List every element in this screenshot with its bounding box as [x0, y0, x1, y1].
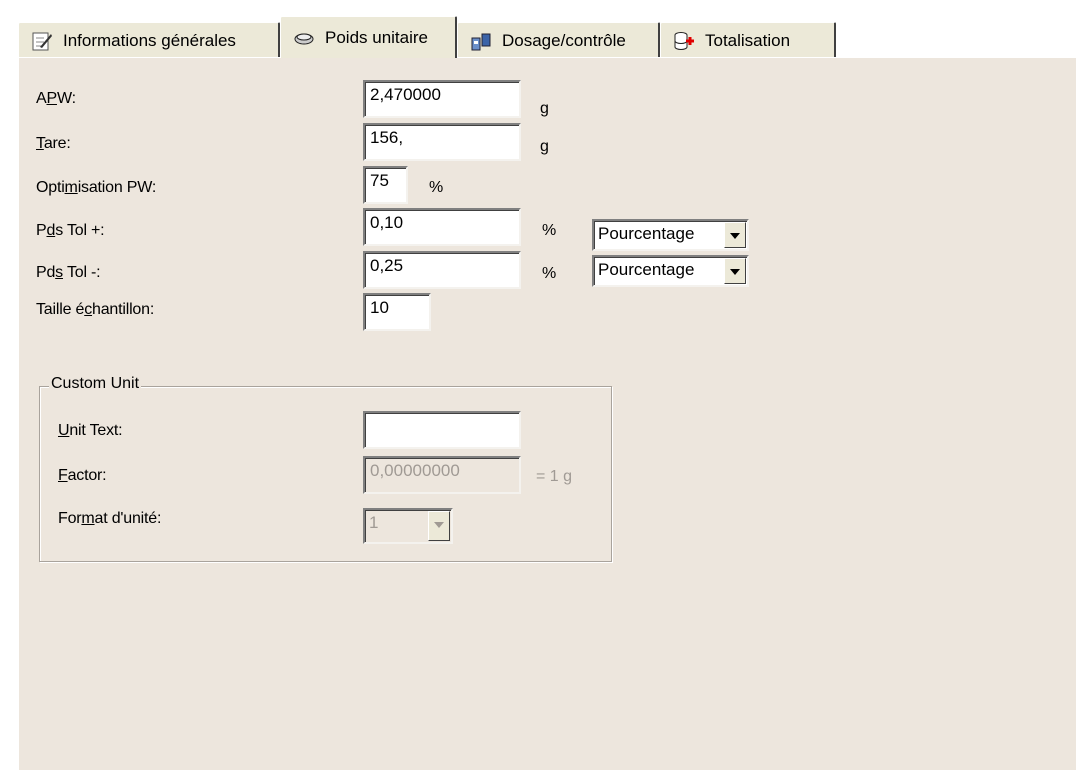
tare-unit: g	[540, 138, 549, 155]
optimisation-input[interactable]: 75	[363, 166, 408, 204]
tab-label: Totalisation	[705, 30, 791, 50]
apw-unit: g	[540, 100, 549, 117]
factor-label: Factor:	[58, 467, 107, 484]
tol-minus-unit: %	[542, 265, 557, 282]
chevron-down-icon[interactable]	[724, 222, 746, 248]
unit-format-label: Format d'unité:	[58, 510, 162, 527]
tol-minus-input[interactable]: 0,25	[363, 251, 521, 289]
tol-plus-mode-select[interactable]: Pourcentage	[592, 219, 749, 251]
custom-unit-group	[39, 386, 612, 562]
unit-text-label: Unit Text:	[58, 422, 123, 439]
factor-suffix: = 1 g	[536, 468, 573, 485]
tab-dosage-controle[interactable]: Dosage/contrôle	[457, 22, 660, 58]
custom-unit-title: Custom Unit	[49, 375, 142, 393]
tab-label: Poids unitaire	[325, 27, 429, 47]
note-pencil-icon	[31, 30, 53, 52]
unit-format-select[interactable]: 1	[363, 508, 453, 544]
sample-size-label: Taille échantillon:	[36, 301, 155, 318]
unit-format-value: 1	[369, 513, 379, 532]
tare-input[interactable]: 156,	[363, 123, 521, 161]
poids-unitaire-panel: APW: 2,470000 g Tare: 156, g Optimisatio…	[18, 57, 1076, 770]
optimisation-unit: %	[429, 179, 444, 196]
database-add-icon	[673, 30, 695, 52]
tol-minus-mode-value: Pourcentage	[598, 260, 695, 279]
tol-plus-mode-value: Pourcentage	[598, 224, 695, 243]
apw-input[interactable]: 2,470000	[363, 80, 521, 118]
tab-poids-unitaire[interactable]: Poids unitaire	[280, 16, 457, 58]
unit-text-input[interactable]	[363, 411, 521, 449]
chevron-down-icon[interactable]	[724, 258, 746, 284]
tol-plus-input[interactable]: 0,10	[363, 208, 521, 246]
sample-size-input[interactable]: 10	[363, 293, 431, 331]
chevron-down-icon[interactable]	[428, 511, 450, 541]
tab-strip: Informations générales Poids unitaire Do…	[18, 14, 1076, 58]
factor-input[interactable]: 0,00000000	[363, 456, 521, 494]
tab-informations-generales[interactable]: Informations générales	[18, 22, 280, 58]
tare-label: Tare:	[36, 135, 71, 152]
containers-icon	[470, 30, 492, 52]
apw-label: APW:	[36, 90, 76, 107]
tol-plus-label: Pds Tol +:	[36, 222, 105, 239]
tol-minus-label: Pds Tol -:	[36, 264, 101, 281]
tab-label: Dosage/contrôle	[502, 30, 626, 50]
optimisation-label: Optimisation PW:	[36, 179, 157, 196]
weight-icon	[293, 27, 315, 49]
tol-plus-unit: %	[542, 222, 557, 239]
tab-totalisation[interactable]: Totalisation	[660, 22, 836, 58]
tab-label: Informations générales	[63, 30, 236, 50]
tol-minus-mode-select[interactable]: Pourcentage	[592, 255, 749, 287]
